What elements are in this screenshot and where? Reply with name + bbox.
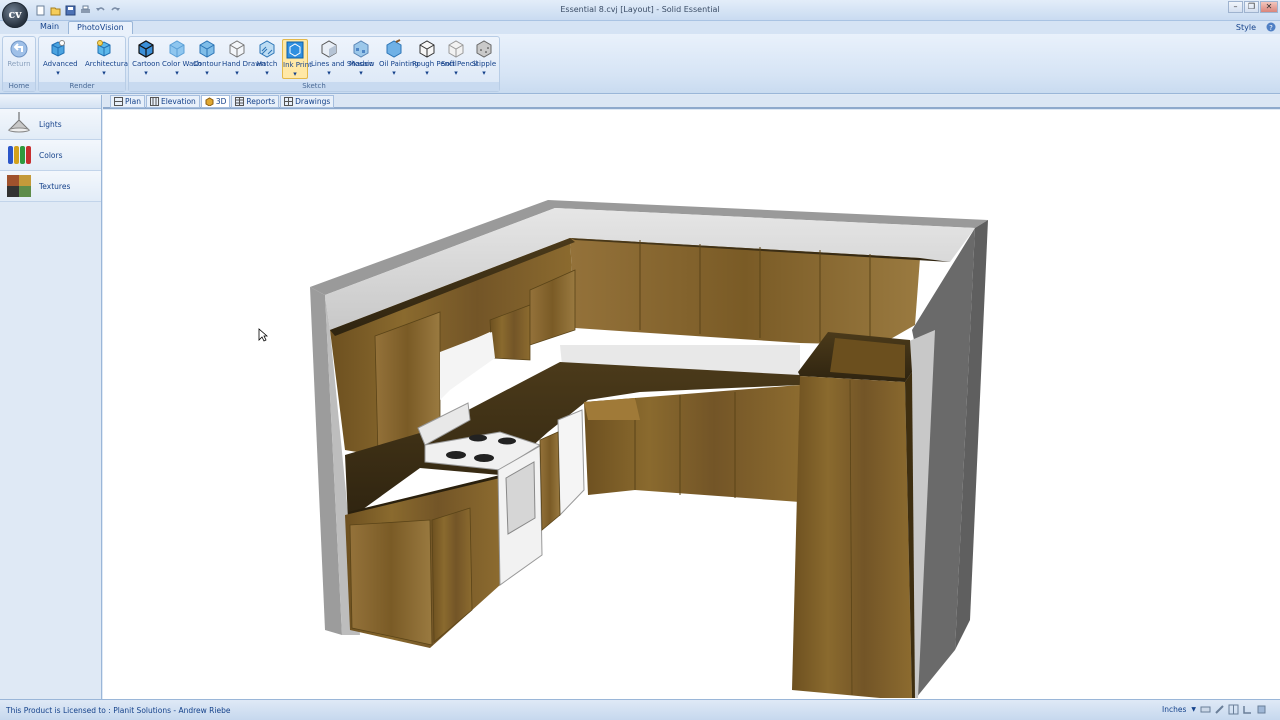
kitchen-3d-render (310, 200, 988, 698)
hatch-button[interactable]: Hatch ▾ (252, 39, 282, 77)
group-label-render: Render (39, 82, 125, 91)
minimize-icon[interactable]: – (1228, 1, 1243, 13)
tab-drawings[interactable]: Drawings (280, 95, 335, 108)
architectural-button[interactable]: Architectural ▾ (85, 39, 130, 77)
units-dropdown[interactable]: Inches ▼ (1158, 704, 1198, 717)
help-icon[interactable]: ? (1266, 22, 1276, 32)
measure-icon[interactable] (1200, 704, 1211, 715)
soft-pencil-button[interactable]: Soft Pencil ▾ (441, 39, 478, 77)
advanced-render-icon (51, 40, 65, 57)
snap-icon[interactable] (1214, 704, 1225, 715)
return-icon (10, 40, 28, 58)
mouse-cursor-icon (258, 328, 268, 342)
color-wash-icon (169, 40, 185, 58)
tab-plan[interactable]: Plan (110, 95, 145, 108)
ortho-icon[interactable] (1242, 704, 1253, 715)
restore-icon[interactable]: ❐ (1244, 1, 1259, 13)
status-bar: This Product is Licensed to : Planit Sol… (0, 699, 1280, 720)
mosaic-icon (353, 40, 369, 58)
style-menu[interactable]: Style (1236, 23, 1256, 32)
status-toolbar (1200, 704, 1267, 715)
title-bar: cv Essential 8.cvj [Layout] - Solid Esse… (0, 0, 1280, 28)
stipple-icon (476, 40, 492, 58)
application-menu-button[interactable]: cv (2, 2, 28, 28)
window-controls: – ❐ ✕ (1227, 1, 1278, 13)
return-button[interactable]: Return (4, 39, 34, 68)
rough-pencil-button[interactable]: Rough Pencil ▾ (412, 39, 457, 77)
tab-main[interactable]: Main (32, 21, 67, 34)
grid-icon[interactable] (1228, 704, 1239, 715)
elevation-icon (149, 97, 159, 106)
layers-icon[interactable] (1256, 704, 1267, 715)
contour-icon (199, 40, 215, 58)
advanced-button[interactable]: Advanced ▾ (43, 39, 78, 77)
ribbon-tab-strip: Main PhotoVision Style ? (0, 21, 1280, 34)
3d-icon (205, 97, 214, 106)
color-wash-button[interactable]: Color Wash ▾ (162, 39, 201, 77)
ink-print-button[interactable]: Ink Print ▾ (282, 39, 312, 79)
tab-elevation[interactable]: Elevation (145, 95, 200, 108)
hand-drawn-button[interactable]: Hand Drawn ▾ (222, 39, 265, 77)
panel-item-colors[interactable]: Colors (0, 140, 101, 171)
oil-painting-icon (386, 39, 402, 58)
tab-reports[interactable]: Reports (231, 95, 280, 108)
contour-button[interactable]: Contour ▾ (192, 39, 222, 77)
tab-3d[interactable]: 3D (200, 95, 231, 108)
cartoon-icon (138, 40, 154, 58)
left-panel: Lights Colors Textures (0, 95, 102, 699)
chevron-down-icon: ▼ (1191, 706, 1196, 713)
paint-tubes-icon (8, 146, 31, 164)
close-icon[interactable]: ✕ (1260, 1, 1278, 13)
reports-icon (235, 97, 245, 106)
rough-pencil-icon (419, 40, 435, 58)
mosaic-button[interactable]: Mosaic ▾ (346, 39, 376, 77)
group-sketch: Cartoon ▾ Color Wash ▾ Contour ▾ Hand Drawn… (128, 36, 500, 92)
tab-photovision[interactable]: PhotoVision (68, 21, 133, 34)
architectural-render-icon (97, 40, 111, 57)
group-label-home: Home (3, 82, 35, 91)
drawings-icon (284, 97, 294, 106)
lamp-icon (7, 112, 31, 133)
license-text: This Product is Licensed to : Planit Sol… (6, 706, 231, 715)
lines-and-shadow-button[interactable]: Lines and Shadow ▾ (311, 39, 374, 77)
panel-item-textures[interactable]: Textures (0, 171, 101, 202)
svg-text:?: ? (1269, 24, 1273, 32)
window-title: Essential 8.cvj [Layout] - Solid Essenti… (560, 5, 720, 14)
panel-item-lights[interactable]: Lights (0, 109, 101, 140)
hand-drawn-icon (229, 40, 245, 58)
texture-swatch-icon (7, 175, 31, 197)
view-tab-strip: Plan Elevation 3D Reports Drawings (103, 95, 1280, 109)
group-home: Return Home (2, 36, 36, 92)
group-label-sketch: Sketch (129, 82, 499, 91)
ink-print-icon (286, 41, 304, 59)
stipple-button[interactable]: Stipple ▾ (469, 39, 499, 77)
cartoon-button[interactable]: Cartoon ▾ (131, 39, 161, 77)
3d-viewport[interactable] (103, 110, 1280, 699)
lines-and-shadow-icon (321, 40, 337, 58)
group-render: Advanced ▾ Architectural ▾ Render (38, 36, 130, 92)
ribbon: Return Home Advanced ▾ Architectural ▾ R… (0, 34, 1280, 94)
hatch-icon (259, 40, 275, 58)
soft-pencil-icon (448, 40, 464, 58)
plan-icon (114, 97, 123, 106)
left-panel-header (0, 95, 101, 109)
oil-painting-button[interactable]: Oil Painting ▾ (379, 39, 419, 77)
